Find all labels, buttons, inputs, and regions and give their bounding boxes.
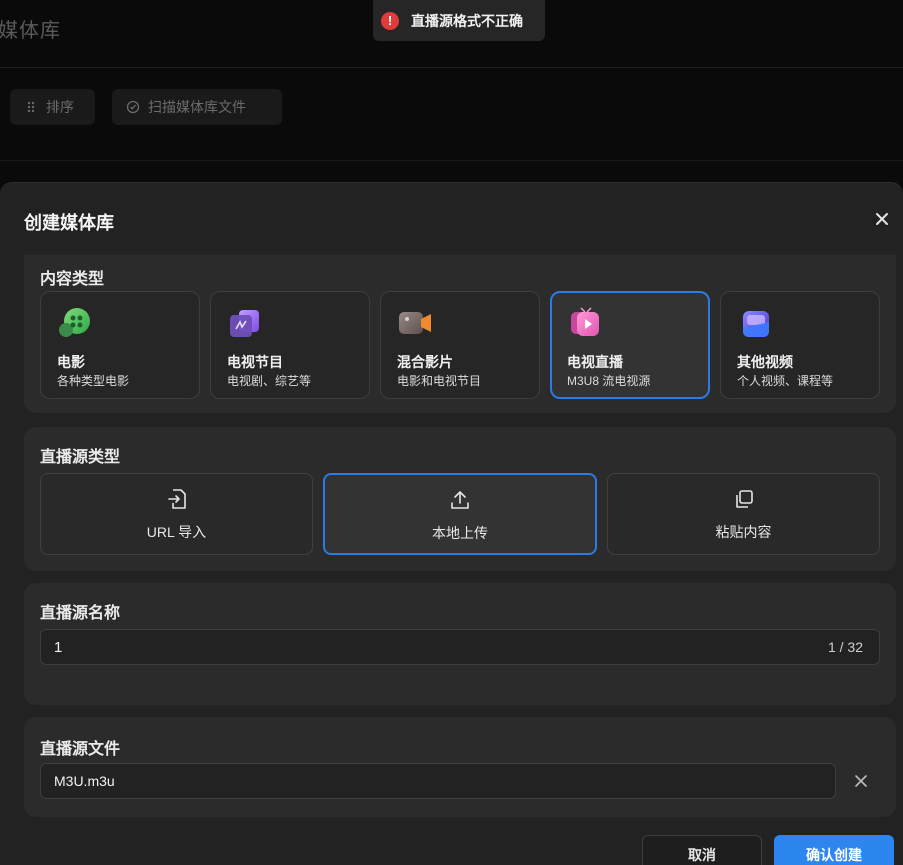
live-type-local-upload[interactable]: 本地上传: [323, 473, 597, 555]
content-type-section: 内容类型 电影 各种类型电影 电视节目 电视剧、综艺等 混合影片 电影和电视节目…: [24, 255, 896, 413]
live-source-type-section: 直播源类型 URL 导入 本地上传 粘贴内容: [24, 427, 896, 571]
live-type-paste-content[interactable]: 粘贴内容: [607, 473, 880, 555]
char-counter: 1 / 32: [827, 639, 863, 655]
file-import-icon: [167, 489, 186, 509]
type-card-live-tv[interactable]: 电视直播 M3U8 流电视源: [550, 291, 710, 399]
close-icon[interactable]: [872, 209, 892, 229]
live-type-label: URL 导入: [146, 524, 207, 540]
cancel-button[interactable]: 取消: [642, 835, 762, 865]
clear-file-icon[interactable]: [852, 772, 870, 790]
live-tv-icon: [571, 307, 599, 336]
live-type-label: 本地上传: [432, 525, 488, 541]
live-source-file-section: 直播源文件 M3U.m3u: [24, 717, 896, 817]
toolbar-divider: [0, 160, 903, 161]
type-card-tv-show[interactable]: 电视节目 电视剧、综艺等: [210, 291, 370, 399]
camera-icon: [399, 312, 431, 334]
type-name: 混合影片: [397, 354, 453, 370]
type-desc: 各种类型电影: [57, 374, 130, 388]
name-input-value: 1: [54, 638, 63, 656]
type-name: 电视节目: [227, 354, 283, 370]
folder-icon: [743, 311, 769, 337]
upload-icon: [451, 491, 469, 509]
create-library-modal: 创建媒体库 内容类型 电影 各种类型电影 电视节目 电视剧、综艺等 混合影片 电…: [0, 182, 903, 865]
confirm-create-button[interactable]: 确认创建: [774, 835, 894, 865]
live-type-url-import[interactable]: URL 导入: [40, 473, 313, 555]
page-title: 媒体库: [0, 20, 61, 42]
header-divider: [0, 67, 903, 68]
type-desc: 电影和电视节目: [397, 374, 482, 388]
live-source-file-input[interactable]: M3U.m3u: [40, 763, 836, 799]
type-card-movie[interactable]: 电影 各种类型电影: [40, 291, 200, 399]
drag-handle-icon: [27, 101, 35, 113]
scan-icon: [126, 100, 140, 114]
type-card-mixed[interactable]: 混合影片 电影和电视节目: [380, 291, 540, 399]
live-source-name-section: 直播源名称 1 1 / 32: [24, 583, 896, 705]
type-desc: M3U8 流电视源: [567, 374, 651, 388]
type-name: 其他视频: [737, 354, 793, 370]
sort-button[interactable]: 排序: [10, 89, 95, 125]
scan-label: 扫描媒体库文件: [148, 99, 246, 115]
tv-show-icon: [230, 310, 259, 337]
modal-title: 创建媒体库: [24, 213, 114, 233]
live-type-label: 粘贴内容: [715, 524, 772, 540]
live-source-type-title: 直播源类型: [40, 449, 121, 466]
sort-label: 排序: [46, 99, 74, 115]
scan-library-button[interactable]: 扫描媒体库文件: [112, 89, 282, 125]
movie-icon: [59, 308, 90, 337]
type-card-other[interactable]: 其他视频 个人视频、课程等: [720, 291, 880, 399]
toast-message: 直播源格式不正确: [411, 12, 523, 29]
error-toast: ! 直播源格式不正确: [373, 0, 545, 41]
copy-icon: [735, 490, 753, 508]
live-source-name-title: 直播源名称: [40, 605, 121, 622]
live-source-file-title: 直播源文件: [40, 741, 121, 758]
error-icon: !: [381, 11, 399, 30]
type-name: 电影: [57, 354, 85, 370]
type-desc: 个人视频、课程等: [737, 374, 834, 388]
type-name: 电视直播: [567, 354, 623, 370]
live-source-name-input[interactable]: 1 1 / 32: [40, 629, 880, 665]
content-type-title: 内容类型: [40, 271, 105, 288]
type-desc: 电视剧、综艺等: [227, 374, 312, 388]
